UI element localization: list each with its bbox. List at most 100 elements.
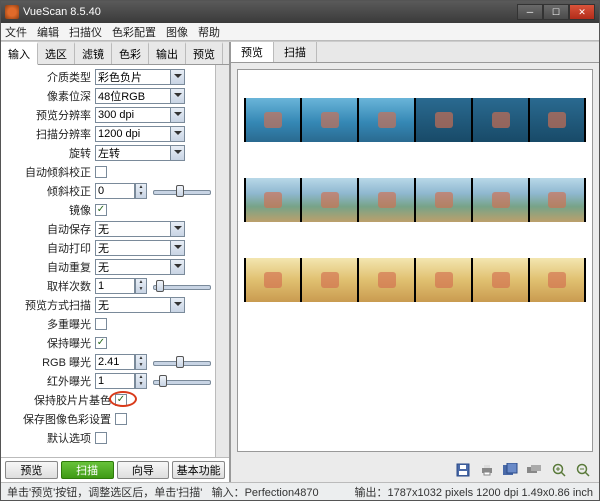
film-frame <box>472 178 529 222</box>
autodeskew-check[interactable] <box>95 166 107 178</box>
zoom-in-icon[interactable] <box>549 461 569 479</box>
right-tabs: 预览 扫描 <box>231 42 599 63</box>
film-frame <box>529 258 586 302</box>
irexp-spin[interactable]: ▲▼ <box>135 373 147 389</box>
rgbexp-input[interactable]: 2.41 <box>95 354 135 370</box>
samples-input[interactable]: 1 <box>95 278 135 294</box>
autoprint-select[interactable]: 无 <box>95 240 185 256</box>
rtab-scan[interactable]: 扫描 <box>274 42 317 62</box>
deskew-label: 倾斜校正 <box>5 183 95 199</box>
film-strip-3 <box>244 258 586 302</box>
mirror-check[interactable] <box>95 204 107 216</box>
previewscan-label: 预览方式扫描 <box>5 297 95 313</box>
previewscan-select[interactable]: 无 <box>95 297 185 313</box>
film-strip-2 <box>244 178 586 222</box>
left-pane: 输入 选区 滤镜 色彩 输出 预览 介质类型彩色负片 像素位深48位RGB 预览… <box>1 42 231 482</box>
irexp-input[interactable]: 1 <box>95 373 135 389</box>
close-button[interactable]: ✕ <box>569 4 595 20</box>
rotate-label: 旋转 <box>5 145 95 161</box>
maximize-button[interactable]: ☐ <box>543 4 569 20</box>
print-icon[interactable] <box>477 461 497 479</box>
options-scrollbar[interactable] <box>215 65 229 457</box>
status-help: 单击'预览'按钮，调整选区后，单击'扫描' <box>7 487 202 499</box>
autoprint-label: 自动打印 <box>5 240 95 256</box>
tab-input[interactable]: 输入 <box>1 42 38 65</box>
deskew-spin[interactable]: ▲▼ <box>135 183 147 199</box>
zoom-out-icon[interactable] <box>573 461 593 479</box>
left-buttons: 预览 扫描 向导 基本功能 <box>1 457 229 482</box>
content: 输入 选区 滤镜 色彩 输出 预览 介质类型彩色负片 像素位深48位RGB 预览… <box>1 41 599 482</box>
rtab-preview[interactable]: 预览 <box>231 42 274 62</box>
defaultopt-label: 默认选项 <box>5 430 95 446</box>
rgbexp-slider[interactable] <box>153 355 211 369</box>
multiexp-check[interactable] <box>95 318 107 330</box>
autorepeat-select[interactable]: 无 <box>95 259 185 275</box>
mirror-label: 镜像 <box>5 202 95 218</box>
irexp-label: 红外曝光 <box>5 373 95 389</box>
tab-prefs[interactable]: 预览 <box>186 42 223 64</box>
preview-button[interactable]: 预览 <box>5 461 58 479</box>
defaultopt-check[interactable] <box>95 432 107 444</box>
status-input: 输入：Perfection4870 <box>212 487 319 499</box>
guide-button[interactable]: 向导 <box>117 461 170 479</box>
film-frame <box>358 178 415 222</box>
presbase-check[interactable] <box>115 394 127 406</box>
menu-color[interactable]: 色彩配置 <box>112 24 156 40</box>
tab-crop[interactable]: 选区 <box>38 42 75 64</box>
menu-image[interactable]: 图像 <box>166 24 188 40</box>
savecolor-check[interactable] <box>115 413 127 425</box>
print-all-icon[interactable] <box>525 461 545 479</box>
film-frame <box>415 98 472 142</box>
film-frame <box>244 98 301 142</box>
menubar: 文件 编辑 扫描仪 色彩配置 图像 帮助 <box>1 23 599 41</box>
status-output: 输出：1787x1032 pixels 1200 dpi 1.49x0.86 i… <box>355 484 594 500</box>
previewres-select[interactable]: 300 dpi <box>95 107 185 123</box>
tab-output[interactable]: 输出 <box>149 42 186 64</box>
bitdepth-label: 像素位深 <box>5 88 95 104</box>
save-all-icon[interactable] <box>501 461 521 479</box>
basic-button[interactable]: 基本功能 <box>172 461 225 479</box>
film-frame <box>415 178 472 222</box>
previewres-label: 预览分辨率 <box>5 107 95 123</box>
menu-edit[interactable]: 编辑 <box>37 24 59 40</box>
deskew-slider[interactable] <box>153 184 211 198</box>
menu-scanner[interactable]: 扫描仪 <box>69 24 102 40</box>
media-type-select[interactable]: 彩色负片 <box>95 69 185 85</box>
samples-slider[interactable] <box>153 279 211 293</box>
tab-filter[interactable]: 滤镜 <box>75 42 112 64</box>
film-frame <box>301 178 358 222</box>
deskew-input[interactable]: 0 <box>95 183 135 199</box>
presbase-label: 保持胶片片基色 <box>5 392 115 408</box>
film-frame <box>301 258 358 302</box>
presexp-check[interactable] <box>95 337 107 349</box>
autosave-select[interactable]: 无 <box>95 221 185 237</box>
rgbexp-spin[interactable]: ▲▼ <box>135 354 147 370</box>
scan-button[interactable]: 扫描 <box>61 461 114 479</box>
film-frame <box>529 98 586 142</box>
rgbexp-label: RGB 曝光 <box>5 354 95 370</box>
scanres-select[interactable]: 1200 dpi <box>95 126 185 142</box>
samples-spin[interactable]: ▲▼ <box>135 278 147 294</box>
tab-color[interactable]: 色彩 <box>112 42 149 64</box>
film-frame <box>358 258 415 302</box>
presexp-label: 保持曝光 <box>5 335 95 351</box>
menu-file[interactable]: 文件 <box>5 24 27 40</box>
menu-help[interactable]: 帮助 <box>198 24 220 40</box>
film-frame <box>472 258 529 302</box>
minimize-button[interactable]: ─ <box>517 4 543 20</box>
bitdepth-select[interactable]: 48位RGB <box>95 88 185 104</box>
film-strip-1 <box>244 98 586 142</box>
irexp-slider[interactable] <box>153 374 211 388</box>
film-frame <box>358 98 415 142</box>
statusbar: 单击'预览'按钮，调整选区后，单击'扫描' 输入：Perfection4870 … <box>1 482 599 500</box>
rotate-select[interactable]: 左转 <box>95 145 185 161</box>
app-icon <box>5 5 19 19</box>
autosave-label: 自动保存 <box>5 221 95 237</box>
media-type-label: 介质类型 <box>5 69 95 85</box>
options-panel: 介质类型彩色负片 像素位深48位RGB 预览分辨率300 dpi 扫描分辨率12… <box>1 65 215 457</box>
film-frame <box>244 258 301 302</box>
preview-area[interactable] <box>237 69 593 452</box>
save-icon[interactable] <box>453 461 473 479</box>
film-frame <box>301 98 358 142</box>
scanres-label: 扫描分辨率 <box>5 126 95 142</box>
